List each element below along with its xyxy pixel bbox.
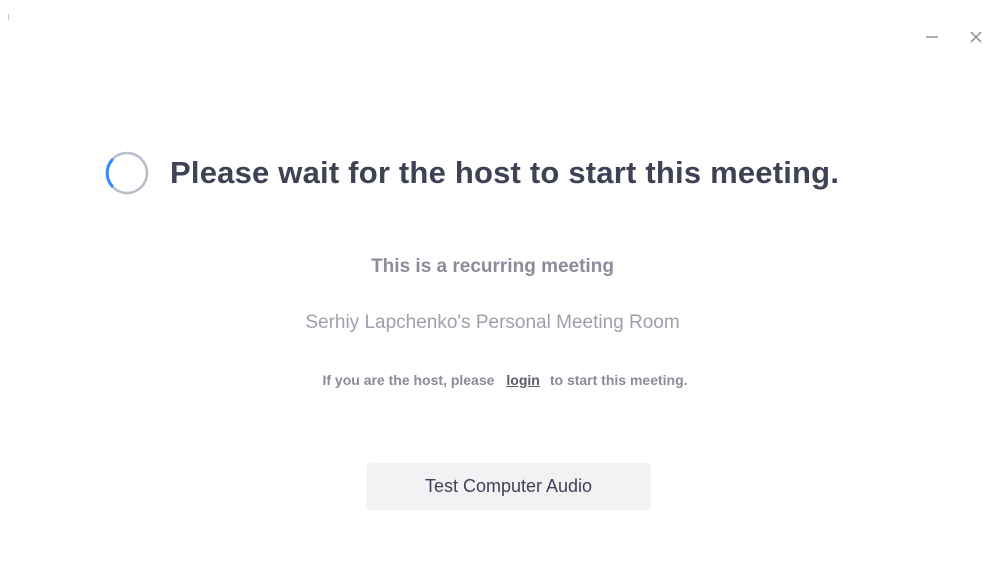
test-computer-audio-button[interactable]: Test Computer Audio — [367, 463, 650, 509]
host-hint-suffix: to start this meeting. — [549, 372, 688, 388]
window-controls — [923, 28, 985, 46]
host-hint-prefix: If you are the host, please — [322, 372, 495, 388]
waiting-heading-row: Please wait for the host to start this m… — [104, 150, 839, 196]
close-icon[interactable] — [967, 28, 985, 46]
page-title: Please wait for the host to start this m… — [170, 155, 840, 190]
minimize-icon[interactable] — [923, 28, 941, 46]
meeting-room-name: Serhiy Lapchenko's Personal Meeting Room — [305, 312, 680, 333]
loading-spinner-icon — [105, 151, 149, 195]
login-link[interactable]: login — [506, 372, 539, 388]
waiting-room-window: Please wait for the host to start this m… — [0, 0, 1005, 588]
host-login-hint: If you are the host, please login to start… — [0, 372, 1005, 388]
window-corner-mark — [8, 14, 9, 20]
recurring-meeting-label: This is a recurring meeting — [371, 256, 614, 277]
